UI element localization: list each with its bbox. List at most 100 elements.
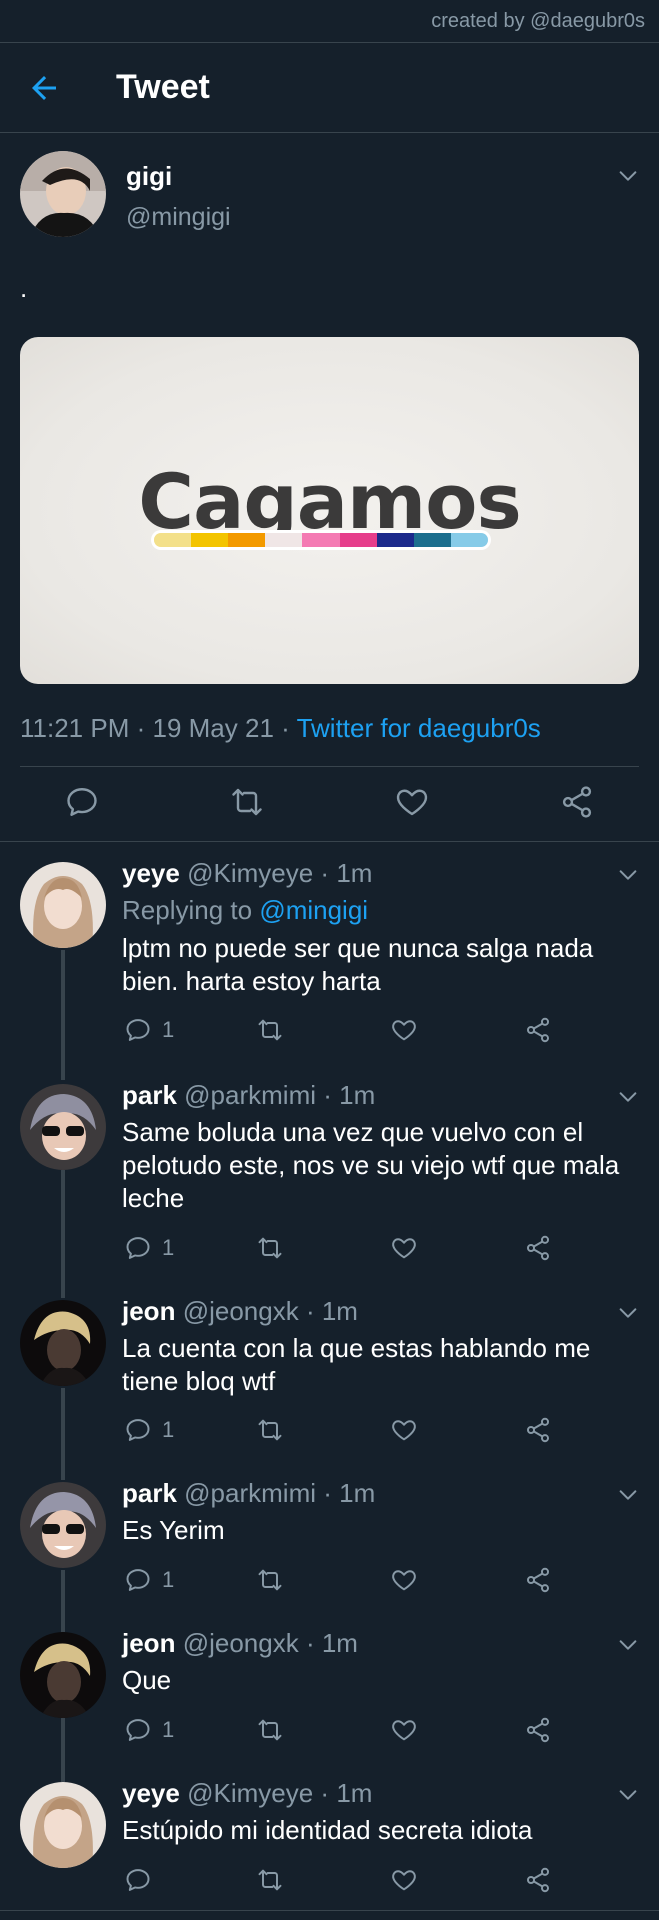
separator: · [281,713,290,743]
reply-header: yeye @Kimyeye · 1m [122,1778,373,1808]
reply-text: lptm no puede ser que nunca salga nada b… [122,933,594,996]
retweet-icon[interactable] [256,1714,284,1746]
reply-button[interactable]: 1 [124,1232,174,1264]
avatar[interactable] [20,1632,106,1718]
stripe-segment [339,533,377,547]
reply-icon [124,1016,152,1044]
replying-to: Replying to @mingigi [122,895,368,926]
chevron-down-icon[interactable] [617,165,639,187]
reply-time: 1m [336,1778,373,1808]
tweet-media[interactable]: Cagamos [20,337,639,684]
chevron-down-icon[interactable] [617,1634,639,1656]
top-bar: Tweet [0,42,659,132]
reply-author-handle[interactable]: @Kimyeye [187,858,313,888]
media-color-stripe [154,533,488,547]
reply-actions [122,1864,659,1896]
reply-time: 1m [339,1080,376,1110]
retweet-icon[interactable] [256,1564,284,1596]
chevron-down-icon[interactable] [617,864,639,886]
reply-button[interactable] [124,1864,162,1896]
like-icon[interactable] [390,1714,418,1746]
reply-icon [124,1234,152,1262]
reply-author-handle[interactable]: @parkmimi [184,1478,316,1508]
share-icon[interactable] [524,1864,552,1896]
reply-author-name[interactable]: yeye [122,1778,180,1808]
reply-author-handle[interactable]: @Kimyeye [187,1778,313,1808]
reply-actions: 1 [122,1714,659,1746]
like-icon[interactable] [390,1414,418,1446]
tweet-source-link[interactable]: Twitter for daegubr0s [297,713,541,743]
tweet-date: 19 May 21 [152,713,274,743]
reply-actions: 1 [122,1232,659,1264]
chevron-down-icon[interactable] [617,1784,639,1806]
reply-icon [124,1566,152,1594]
tweet-time: 11:21 PM [20,713,130,743]
author-name[interactable]: gigi [126,161,172,192]
watermark-credit: created by @daegubr0s [431,10,645,32]
reply-header: yeye @Kimyeye · 1m [122,858,373,888]
avatar[interactable] [20,1084,106,1170]
reply-header: park @parkmimi · 1m [122,1080,376,1110]
reply-author-name[interactable]: jeon [122,1296,175,1326]
reply-actions: 1 [122,1564,659,1596]
reply-author-name[interactable]: park [122,1478,177,1508]
like-icon[interactable] [390,1232,418,1264]
retweet-icon[interactable] [256,1414,284,1446]
avatar[interactable] [20,862,106,948]
page-title: Tweet [116,68,210,106]
avatar[interactable] [20,1482,106,1568]
reply-count: 1 [162,1567,175,1592]
retweet-icon[interactable] [256,1864,284,1896]
tweet-meta: 11:21 PM · 19 May 21 · Twitter for daegu… [20,713,541,744]
reply-count: 1 [162,1417,175,1442]
reply-button[interactable]: 1 [124,1014,174,1046]
reply-button[interactable]: 1 [124,1714,174,1746]
reply-author-handle[interactable]: @jeongxk [183,1296,299,1326]
reply-author-name[interactable]: jeon [122,1628,175,1658]
replying-to-label: Replying to [122,895,253,925]
reply-actions: 1 [122,1014,659,1046]
share-icon[interactable] [524,1564,552,1596]
divider [0,841,659,842]
reply-count: 1 [162,1235,175,1260]
share-icon[interactable] [559,784,595,820]
like-icon[interactable] [390,1014,418,1046]
retweet-icon[interactable] [256,1014,284,1046]
reply-author-name[interactable]: yeye [122,858,180,888]
replying-to-link[interactable]: @mingigi [259,895,368,925]
reply-text: Same boluda una vez que vuelvo con el pe… [122,1117,620,1213]
reply-header: park @parkmimi · 1m [122,1478,376,1508]
reply-author-name[interactable]: park [122,1080,177,1110]
reply-button[interactable]: 1 [124,1564,174,1596]
chevron-down-icon[interactable] [617,1086,639,1108]
share-icon[interactable] [524,1232,552,1264]
author-handle[interactable]: @mingigi [126,203,231,232]
like-icon[interactable] [390,1564,418,1596]
reply-text: Estúpido mi identidad secreta idiota [122,1815,533,1845]
tweet-text: . [20,273,28,303]
avatar[interactable] [20,1782,106,1868]
share-icon[interactable] [524,1414,552,1446]
avatar[interactable] [20,1300,106,1386]
thread-line [61,1718,65,1782]
reply-time: 1m [321,1296,358,1326]
reply-icon[interactable] [64,784,100,820]
share-icon[interactable] [524,1014,552,1046]
like-icon[interactable] [390,1864,418,1896]
avatar[interactable] [20,151,106,237]
retweet-icon[interactable] [229,784,265,820]
chevron-down-icon[interactable] [617,1484,639,1506]
tweet-actions [0,766,659,842]
reply-count: 1 [162,1017,175,1042]
reply-author-handle[interactable]: @jeongxk [183,1628,299,1658]
reply-button[interactable]: 1 [124,1414,174,1446]
back-arrow-icon[interactable] [26,70,62,106]
like-icon[interactable] [394,784,430,820]
reply-count: 1 [162,1717,175,1742]
retweet-icon[interactable] [256,1232,284,1264]
reply-author-handle[interactable]: @parkmimi [184,1080,316,1110]
reply-text: Es Yerim [122,1515,225,1545]
share-icon[interactable] [524,1714,552,1746]
stripe-segment [154,533,192,547]
chevron-down-icon[interactable] [617,1302,639,1324]
